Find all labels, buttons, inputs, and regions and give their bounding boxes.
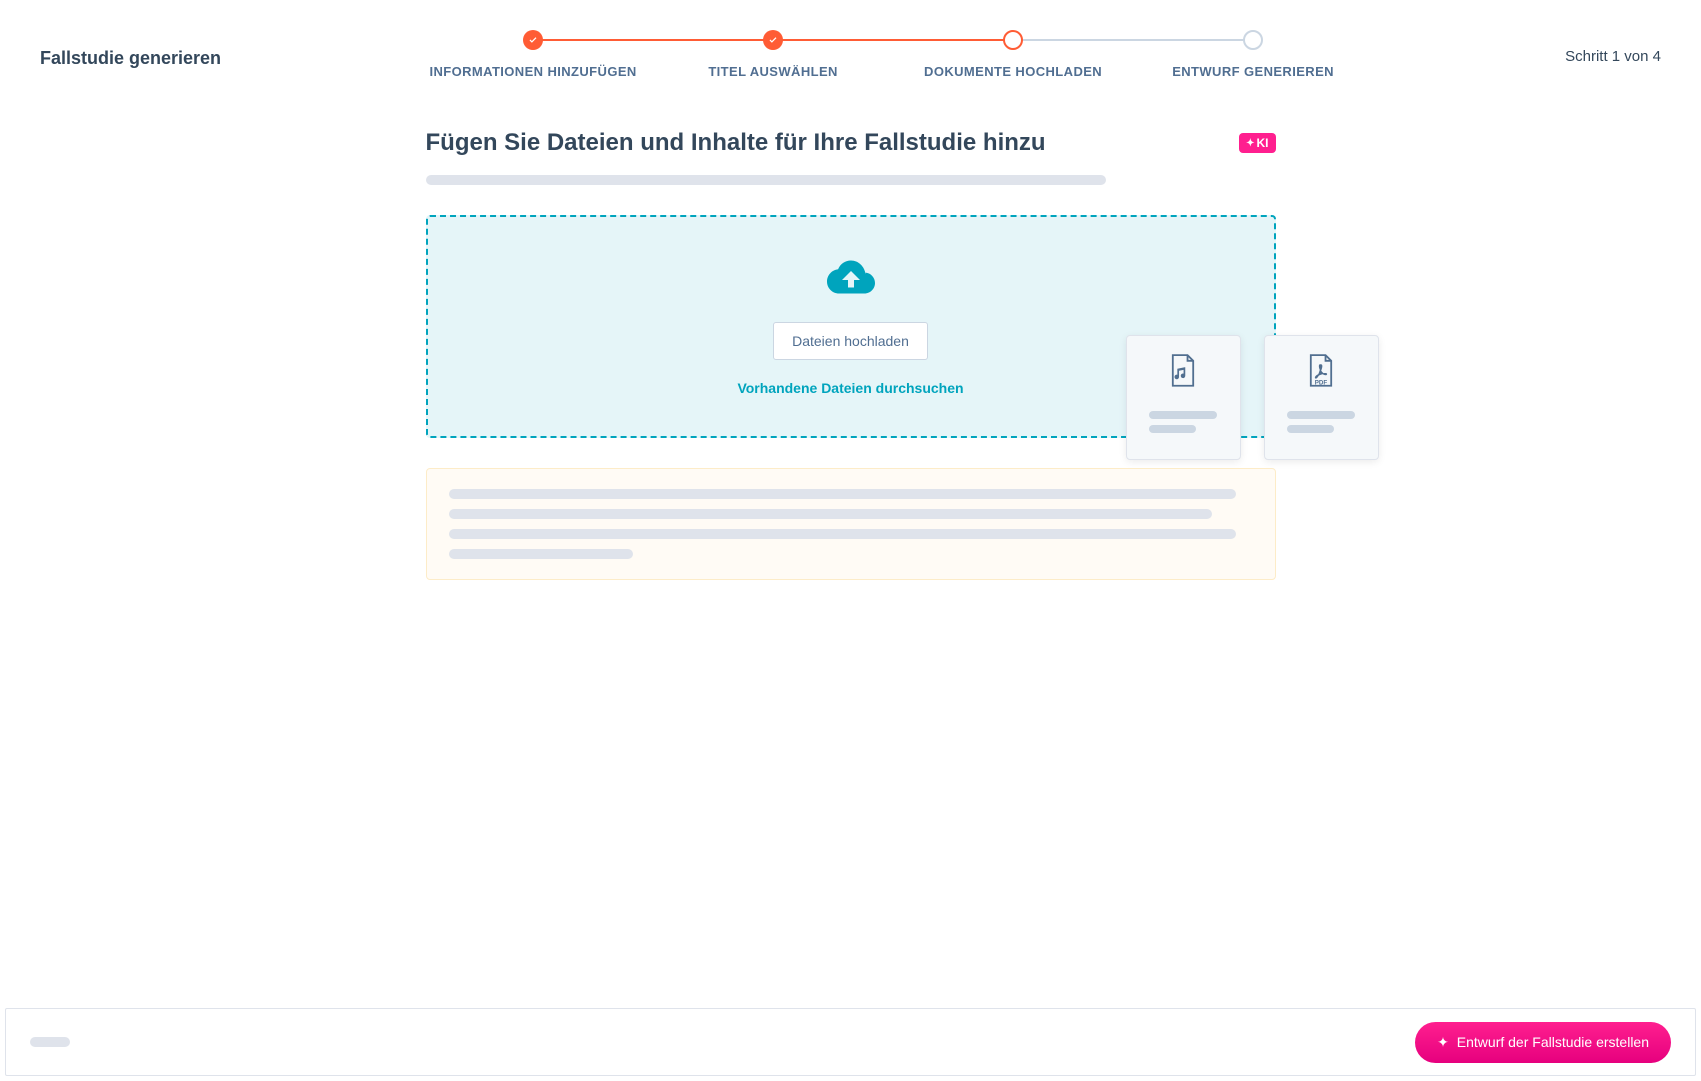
file-meta-placeholder [1287, 425, 1334, 433]
step-1[interactable]: INFORMATIONEN HINZUFÜGEN [413, 30, 653, 79]
circle-icon [1243, 30, 1263, 50]
pdf-file-icon: PDF [1307, 354, 1335, 411]
header-stepper-bar: Fallstudie generieren INFORMATIONEN HINZ… [0, 0, 1701, 89]
info-placeholder-line [449, 529, 1237, 539]
page-title: Fügen Sie Dateien und Inhalte für Ihre F… [426, 129, 1046, 157]
step-label: TITEL AUSWÄHLEN [708, 64, 838, 79]
header-title: Fallstudie generieren [40, 48, 221, 69]
file-card-audio[interactable] [1126, 335, 1241, 460]
file-card-pdf[interactable]: PDF [1264, 335, 1379, 460]
stepper: INFORMATIONEN HINZUFÜGEN TITEL AUSWÄHLEN… [261, 30, 1525, 79]
step-label: INFORMATIONEN HINZUFÜGEN [429, 64, 636, 79]
ai-badge: KI [1239, 133, 1275, 153]
step-3[interactable]: DOKUMENTE HOCHLADEN [893, 30, 1133, 79]
music-file-icon [1169, 354, 1197, 411]
check-icon [523, 30, 543, 50]
step-label: DOKUMENTE HOCHLADEN [924, 64, 1102, 79]
svg-text:PDF: PDF [1315, 380, 1328, 387]
info-placeholder-line [449, 549, 634, 559]
footer-bar: Entwurf der Fallstudie erstellen [5, 1008, 1696, 1076]
intro-placeholder [426, 175, 1106, 185]
file-name-placeholder [1149, 411, 1217, 419]
circle-icon [1003, 30, 1023, 50]
page-title-row: Fügen Sie Dateien und Inhalte für Ihre F… [426, 129, 1276, 157]
check-icon [763, 30, 783, 50]
step-2[interactable]: TITEL AUSWÄHLEN [653, 30, 893, 79]
generate-draft-button[interactable]: Entwurf der Fallstudie erstellen [1415, 1022, 1671, 1063]
step-4[interactable]: ENTWURF GENERIEREN [1133, 30, 1373, 79]
cloud-upload-icon [827, 257, 875, 302]
upload-files-button[interactable]: Dateien hochladen [773, 322, 928, 360]
step-counter: Schritt 1 von 4 [1565, 48, 1661, 65]
file-name-placeholder [1287, 411, 1355, 419]
footer-left-placeholder [30, 1037, 70, 1047]
step-label: ENTWURF GENERIEREN [1172, 64, 1334, 79]
info-alert-box [426, 468, 1276, 580]
file-meta-placeholder [1149, 425, 1196, 433]
info-placeholder-line [449, 489, 1237, 499]
browse-existing-link[interactable]: Vorhandene Dateien durchsuchen [737, 380, 963, 396]
info-placeholder-line [449, 509, 1213, 519]
